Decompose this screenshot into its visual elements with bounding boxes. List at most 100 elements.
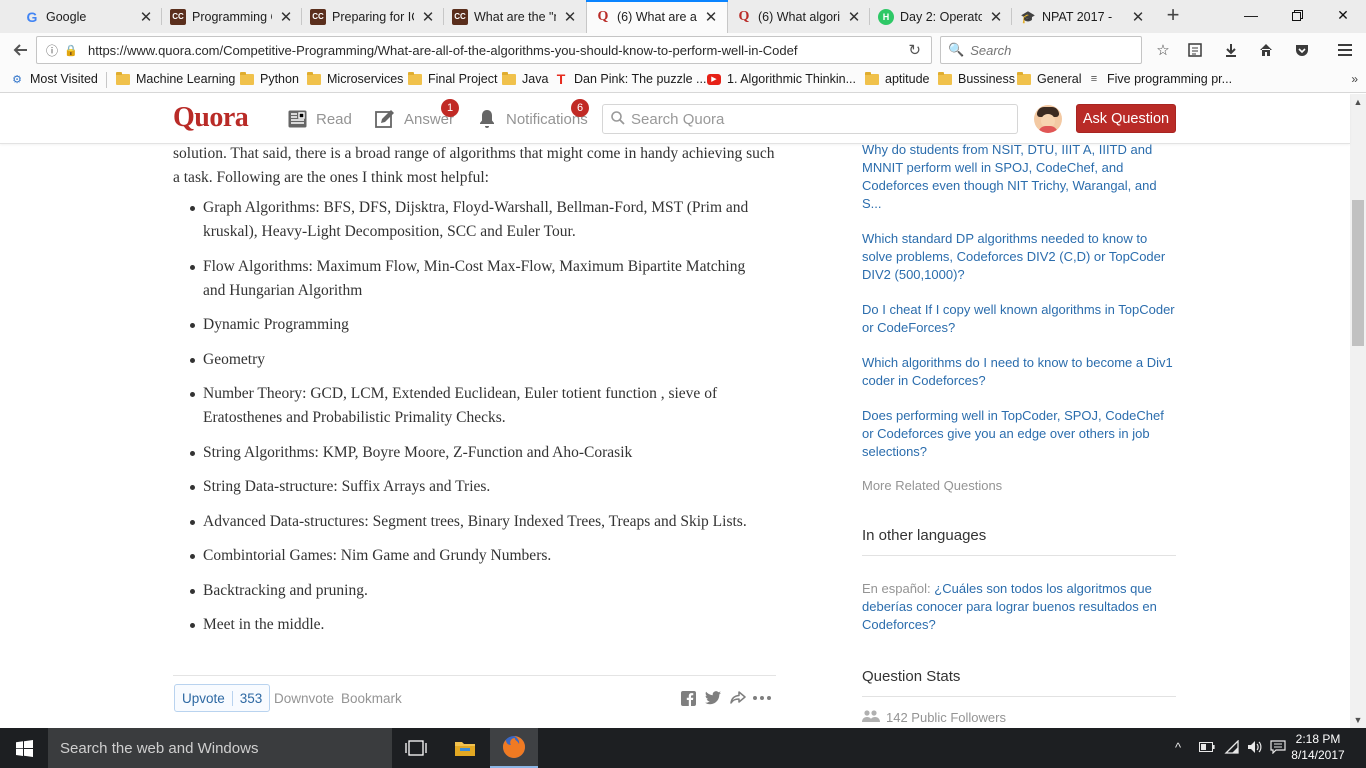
info-icon[interactable]: ⓘ: [42, 42, 62, 59]
pocket-icon[interactable]: [1291, 39, 1313, 61]
folder-icon: [1017, 71, 1031, 85]
file-explorer-icon[interactable]: [441, 728, 489, 768]
close-window-icon[interactable]: ✕: [1320, 0, 1366, 30]
url-bar[interactable]: ⓘ 🔒 https://www.quora.com/Competitive-Pr…: [36, 36, 932, 64]
home-icon[interactable]: [1255, 39, 1277, 61]
scroll-thumb[interactable]: [1352, 200, 1364, 346]
bookmark-aptitude[interactable]: aptitude: [865, 71, 929, 86]
youtube-icon: ▶: [707, 73, 721, 85]
close-tab-icon[interactable]: ✕: [420, 9, 436, 26]
reading-list-icon[interactable]: [1184, 39, 1206, 61]
twitter-icon[interactable]: [704, 689, 722, 707]
related-question-link[interactable]: Which algorithms do I need to know to be…: [862, 354, 1176, 390]
bookmark-label: Most Visited: [30, 72, 98, 86]
task-view-icon[interactable]: [392, 728, 440, 768]
bookmarks-overflow-icon[interactable]: »: [1351, 72, 1358, 86]
close-tab-icon[interactable]: ✕: [562, 9, 578, 26]
tray-chevron-icon[interactable]: ^: [1175, 740, 1181, 755]
upvote-button[interactable]: Upvote 353: [174, 684, 271, 712]
menu-icon[interactable]: [1334, 39, 1356, 61]
tab-quora-active[interactable]: Q (6) What are all ✕: [586, 0, 728, 33]
scroll-up-icon[interactable]: ▲: [1350, 94, 1366, 110]
search-engine-icon[interactable]: 🔍: [948, 42, 964, 58]
nav-read[interactable]: Read: [286, 108, 352, 130]
close-tab-icon[interactable]: ✕: [703, 9, 719, 26]
tab-npat[interactable]: 🎓 NPAT 2017 - ✕: [1012, 0, 1154, 33]
reload-icon[interactable]: ↻: [908, 41, 921, 59]
close-tab-icon[interactable]: ✕: [846, 9, 862, 26]
bookmark-five-programming[interactable]: ≡ Five programming pr...: [1087, 72, 1232, 86]
bookmark-machine-learning[interactable]: Machine Learning: [116, 71, 236, 86]
list-item: String Algorithms: KMP, Boyre Moore, Z-F…: [190, 441, 750, 465]
windows-start-icon[interactable]: [0, 728, 48, 768]
bookmark-dan-pink[interactable]: T Dan Pink: The puzzle ...: [554, 71, 707, 87]
answer-action-bar: Upvote 353 Downvote Bookmark: [173, 675, 776, 725]
volume-icon[interactable]: [1247, 740, 1263, 757]
bookmark-python[interactable]: Python: [240, 71, 299, 86]
taskbar-search[interactable]: Search the web and Windows: [48, 728, 392, 768]
bookmark-bussiness[interactable]: Bussiness: [938, 71, 1015, 86]
ask-question-button[interactable]: Ask Question: [1076, 104, 1176, 133]
close-tab-icon[interactable]: ✕: [138, 9, 154, 26]
tab-hackerrank[interactable]: H Day 2: Operator ✕: [870, 0, 1012, 33]
scroll-down-icon[interactable]: ▼: [1350, 712, 1366, 728]
bookmark-most-visited[interactable]: ⚙ Most Visited: [10, 72, 98, 86]
quora-search-input[interactable]: [631, 110, 1011, 128]
download-icon[interactable]: [1220, 39, 1242, 61]
action-center-icon[interactable]: [1270, 740, 1286, 757]
google-icon: G: [26, 8, 38, 25]
more-related-link[interactable]: More Related Questions: [862, 477, 1176, 495]
answer-badge: 1: [441, 99, 459, 117]
related-question-link[interactable]: Does performing well in TopCoder, SPOJ, …: [862, 407, 1176, 461]
bookmark-button[interactable]: Bookmark: [341, 691, 402, 706]
url-text[interactable]: https://www.quora.com/Competitive-Progra…: [88, 43, 868, 58]
related-question-link[interactable]: Why do students from NSIT, DTU, IIIT A, …: [862, 141, 1176, 213]
quora-logo[interactable]: Quora: [173, 102, 249, 134]
close-tab-icon[interactable]: ✕: [1130, 9, 1146, 26]
browser-search-box[interactable]: 🔍: [940, 36, 1142, 64]
lock-icon[interactable]: 🔒: [62, 44, 80, 57]
list-item: String Data-structure: Suffix Arrays and…: [190, 475, 750, 499]
avatar[interactable]: [1034, 105, 1062, 133]
share-icon[interactable]: [729, 689, 747, 707]
tab-what-are-the[interactable]: CC What are the "m ✕: [444, 0, 586, 33]
new-tab-icon[interactable]: +: [1163, 4, 1183, 26]
browser-search-input[interactable]: [970, 42, 1141, 58]
restore-icon[interactable]: [1274, 0, 1320, 30]
wifi-icon[interactable]: [1224, 739, 1240, 757]
facebook-icon[interactable]: [679, 689, 697, 707]
windows-taskbar: Search the web and Windows ^ 2:18 PM 8/1…: [0, 728, 1366, 768]
bookmark-java[interactable]: Java: [502, 71, 548, 86]
system-clock[interactable]: 2:18 PM 8/14/2017: [1290, 731, 1346, 763]
battery-icon[interactable]: [1199, 740, 1215, 755]
bookmark-microservices[interactable]: Microservices: [307, 71, 403, 86]
bookmark-star-icon[interactable]: ☆: [1152, 39, 1174, 61]
bookmark-algorithmic-thinking[interactable]: ▶ 1. Algorithmic Thinkin...: [707, 72, 856, 86]
page-scrollbar[interactable]: ▲ ▼: [1350, 94, 1366, 728]
back-icon[interactable]: [8, 37, 34, 63]
tab-preparing[interactable]: CC Preparing for IC ✕: [302, 0, 444, 33]
firefox-taskbar-icon[interactable]: [490, 728, 538, 768]
quora-icon: Q: [738, 8, 750, 24]
close-tab-icon[interactable]: ✕: [988, 9, 1004, 26]
bookmark-label: Machine Learning: [136, 72, 236, 86]
followers-count[interactable]: 142 Public Followers: [886, 709, 1006, 727]
related-question-link[interactable]: Which standard DP algorithms needed to k…: [862, 230, 1176, 284]
folder-icon: [865, 71, 879, 85]
related-question-link[interactable]: Do I cheat If I copy well known algorith…: [862, 301, 1176, 337]
minimize-icon[interactable]: —: [1228, 0, 1274, 30]
tab-google[interactable]: G Google ✕: [16, 0, 162, 33]
other-language-entry: En español: ¿Cuáles son todos los algori…: [862, 580, 1176, 634]
bookmark-final-project[interactable]: Final Project: [408, 71, 497, 86]
related-sidebar: Why do students from NSIT, DTU, IIIT A, …: [862, 142, 1176, 727]
firefox-icon: ⚙: [12, 73, 22, 86]
bookmark-general[interactable]: General: [1017, 71, 1081, 86]
quora-search-box[interactable]: [602, 104, 1018, 134]
tab-quora-2[interactable]: Q (6) What algorit ✕: [728, 0, 870, 33]
more-options-icon[interactable]: [753, 689, 771, 707]
close-tab-icon[interactable]: ✕: [278, 9, 294, 26]
tab-programming[interactable]: CC Programming Co ✕: [162, 0, 302, 33]
folder-icon: [502, 71, 516, 85]
downvote-button[interactable]: Downvote: [274, 691, 334, 706]
algorithm-list: Graph Algorithms: BFS, DFS, Dijsktra, Fl…: [190, 196, 776, 637]
